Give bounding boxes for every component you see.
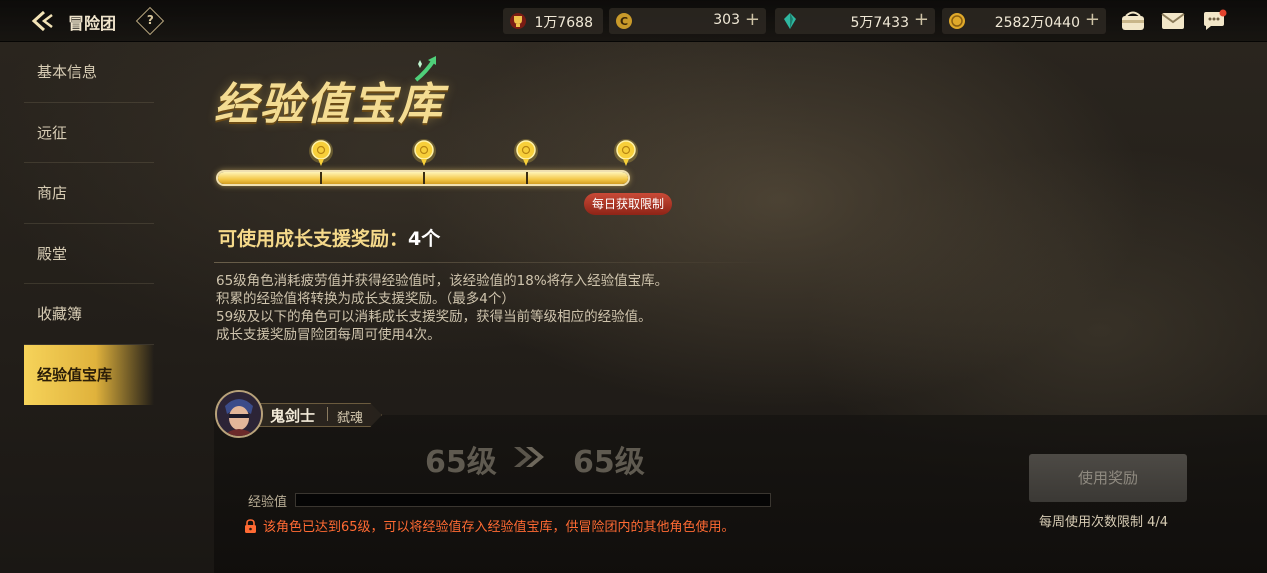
level-cap-warning: 该角色已达到65级，可以将经验值存入经验值宝库，供冒险团内的其他角色使用。 bbox=[244, 516, 735, 535]
vault-title: 经验值宝库 bbox=[214, 79, 444, 130]
daily-limit-badge: 每日获取限制 bbox=[584, 193, 672, 215]
divider bbox=[214, 262, 774, 263]
currency-gem: 5万7433 + bbox=[775, 8, 935, 34]
gold-icon bbox=[949, 13, 965, 29]
reward-available: 可使用成长支援奖励：4个 bbox=[218, 224, 440, 251]
currency-value: 2582万0440 bbox=[994, 15, 1080, 31]
sidebar-item-expedition[interactable]: 远征 bbox=[24, 103, 154, 163]
lock-icon bbox=[245, 519, 256, 533]
chat-icon[interactable] bbox=[1201, 9, 1227, 33]
milestone-bulb-icon bbox=[614, 139, 638, 166]
add-currency-button[interactable]: + bbox=[745, 9, 760, 30]
exp-bar bbox=[295, 493, 771, 507]
level-from: 65级 bbox=[425, 445, 497, 480]
vault-progress-bar bbox=[216, 170, 630, 186]
separator bbox=[327, 407, 328, 421]
desc-line: 59级及以下的角色可以消耗成长支援奖励，获得当前等级相应的经验值。 bbox=[216, 309, 652, 325]
up-arrow-icon bbox=[414, 56, 436, 82]
progress-divider bbox=[423, 172, 425, 184]
desc-line: 65级角色消耗疲劳值并获得经验值时，该经验值的18%将存入经验值宝库。 bbox=[216, 273, 669, 289]
currency-value: 1万7688 bbox=[534, 15, 593, 31]
progress-divider bbox=[526, 172, 528, 184]
mail-icon[interactable] bbox=[1160, 9, 1186, 33]
use-reward-button[interactable]: 使用奖励 bbox=[1029, 454, 1187, 502]
vault-description: 65级角色消耗疲劳值并获得经验值时，该经验值的18%将存入经验值宝库。 积累的经… bbox=[216, 272, 668, 344]
help-glyph: ? bbox=[146, 13, 154, 28]
trophy-icon bbox=[510, 13, 526, 29]
currency-coin: C 303 + bbox=[609, 8, 766, 34]
help-icon[interactable]: ? bbox=[135, 6, 165, 36]
milestone-bulb-icon bbox=[412, 139, 436, 166]
level-to: 65级 bbox=[573, 445, 645, 480]
top-bar: 冒险团 ? 1万7688 C 303 + 5万7433 + 2582万0440 … bbox=[0, 0, 1267, 42]
wallet-icon[interactable] bbox=[1120, 9, 1146, 33]
currency-value: 303 bbox=[713, 12, 740, 28]
currency-gold: 2582万0440 + bbox=[942, 8, 1106, 34]
character-name: 鬼剑士 bbox=[270, 407, 316, 425]
character-avatar[interactable] bbox=[215, 390, 263, 438]
sidebar-item-exp-vault[interactable]: 经验值宝库 bbox=[24, 344, 154, 405]
warning-text: 该角色已达到65级，可以将经验值存入经验值宝库，供冒险团内的其他角色使用。 bbox=[263, 520, 735, 535]
sidebar-item-shop[interactable]: 商店 bbox=[24, 163, 154, 224]
milestone-bulb-icon bbox=[514, 139, 538, 166]
double-chevron-right-icon bbox=[514, 447, 544, 467]
back-arrow-icon[interactable] bbox=[30, 9, 58, 33]
currency-value: 5万7433 bbox=[850, 15, 909, 31]
gem-icon bbox=[784, 13, 796, 29]
page-title: 冒险团 bbox=[68, 14, 117, 33]
sidebar-item-collection[interactable]: 收藏簿 bbox=[24, 284, 154, 345]
add-currency-button[interactable]: + bbox=[1085, 9, 1100, 30]
reward-label: 可使用成长支援奖励： bbox=[218, 228, 409, 250]
character-portrait-icon bbox=[217, 392, 261, 436]
reward-count: 4个 bbox=[408, 228, 441, 250]
sidebar-item-basic-info[interactable]: 基本信息 bbox=[24, 42, 154, 103]
add-currency-button[interactable]: + bbox=[914, 9, 929, 30]
weekly-limit: 每周使用次数限制 4/4 bbox=[1039, 515, 1169, 530]
sidebar: 基本信息 远征 商店 殿堂 收藏簿 经验值宝库 bbox=[24, 42, 154, 405]
character-class: 弑魂 bbox=[337, 411, 364, 426]
desc-line: 成长支援奖励冒险团每周可使用4次。 bbox=[216, 327, 441, 343]
desc-line: 积累的经验值将转换为成长支援奖励。（最多4个） bbox=[216, 291, 515, 307]
exp-label: 经验值 bbox=[248, 495, 288, 510]
coin-c-icon: C bbox=[616, 13, 632, 29]
milestone-bulb-icon bbox=[309, 139, 333, 166]
currency-trophy: 1万7688 bbox=[503, 8, 603, 34]
sidebar-item-hall[interactable]: 殿堂 bbox=[24, 224, 154, 284]
svg-text:C: C bbox=[620, 15, 628, 28]
progress-divider bbox=[320, 172, 322, 184]
